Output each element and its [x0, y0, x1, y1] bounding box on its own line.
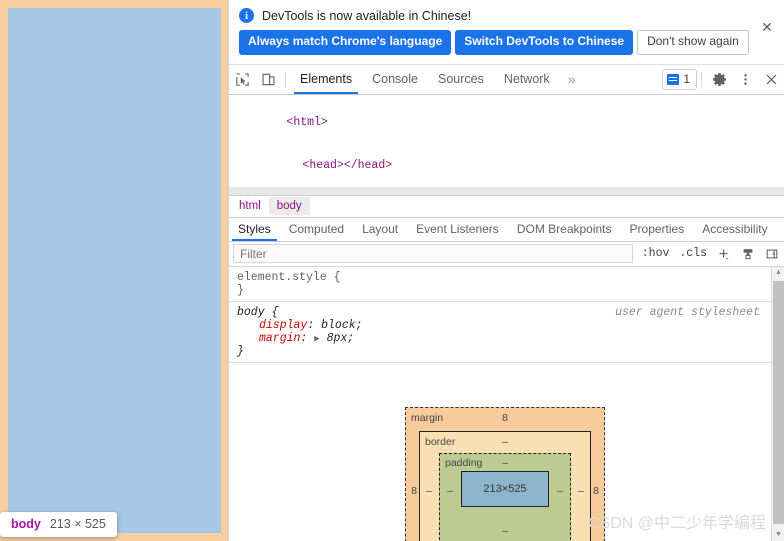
tab-network[interactable]: Network [494, 65, 560, 94]
tab-computed[interactable]: Computed [280, 218, 353, 241]
notification-message: DevTools is now available in Chinese! [262, 8, 472, 23]
cls-toggle-button[interactable]: .cls [674, 247, 712, 260]
tab-sources[interactable]: Sources [428, 65, 494, 94]
box-model-content[interactable]: 213×525 [461, 470, 549, 507]
tab-elements[interactable]: Elements [290, 65, 362, 94]
always-match-chrome-language-button[interactable]: Always match Chrome's language [239, 30, 452, 55]
device-toolbar-icon[interactable] [255, 65, 281, 94]
box-model-padding-top[interactable]: – [491, 457, 519, 469]
dom-node-html-open[interactable]: <html> [229, 101, 784, 144]
devtools-panel: i DevTools is now available in Chinese! … [228, 0, 784, 541]
css-rule-element-style[interactable]: element.style { } [229, 267, 784, 302]
tab-properties[interactable]: Properties [621, 218, 694, 241]
box-model-content-size: 213×525 [483, 482, 527, 495]
property-value[interactable]: 8px; [327, 332, 355, 345]
inspected-page-viewport[interactable]: body 213 × 525 [0, 0, 228, 541]
breadcrumb-item-body[interactable]: body [268, 197, 310, 216]
search-input[interactable] [233, 244, 633, 264]
dom-node-text: <html> [286, 115, 328, 129]
box-model-margin-label: margin [411, 411, 444, 424]
expand-triangle-icon[interactable]: ▶ [314, 334, 319, 344]
issues-counter-button[interactable]: 1 [662, 68, 697, 90]
dom-node-body[interactable]: ··· <body></body> == $0 [229, 186, 784, 195]
property-name: margin [259, 331, 301, 345]
close-icon[interactable]: ✕ [760, 20, 774, 34]
css-declaration-margin[interactable]: margin: ▶ 8px; [237, 332, 776, 345]
close-icon[interactable] [758, 65, 784, 94]
box-model-border-top[interactable]: – [491, 436, 519, 448]
scroll-up-arrow-icon[interactable]: ▲ [772, 267, 784, 280]
toolbar-divider-2 [701, 71, 702, 87]
breadcrumb: html body [229, 194, 784, 217]
rule-close-brace: } [237, 344, 244, 358]
dom-tree-view[interactable]: <html> <head></head> ··· <body></body> =… [229, 94, 784, 195]
tab-console[interactable]: Console [362, 65, 428, 94]
breadcrumb-item-html[interactable]: html [231, 197, 269, 215]
gear-icon[interactable] [706, 65, 732, 94]
rule-close-brace: } [237, 283, 244, 297]
switch-devtools-to-chinese-button[interactable]: Switch DevTools to Chinese [455, 30, 634, 55]
box-model-margin-right[interactable]: 8 [589, 485, 603, 497]
hov-toggle-button[interactable]: :hov [637, 247, 675, 260]
property-name: display [259, 318, 308, 332]
box-model-diagram: margin 8 8 8 8 border – – – – padding – … [405, 406, 605, 541]
scroll-down-arrow-icon[interactable]: ▼ [772, 528, 784, 541]
kebab-menu-icon[interactable] [732, 65, 758, 94]
box-model-border-right[interactable]: – [574, 485, 588, 497]
tab-event-listeners[interactable]: Event Listeners [407, 218, 508, 241]
box-model-padding-right[interactable]: – [553, 485, 567, 497]
styles-scrollbar[interactable]: ▲ ▼ [771, 266, 784, 541]
css-declaration-display[interactable]: display: block; [237, 319, 776, 332]
dom-node-head[interactable]: <head></head> [229, 144, 784, 187]
sidebar-panel-tabs: Styles Computed Layout Event Listeners D… [229, 216, 784, 242]
devtools-main-toolbar: Elements Console Sources Network » 1 [229, 63, 784, 95]
new-style-rule-icon[interactable] [736, 247, 760, 261]
highlight-content-box [8, 8, 221, 533]
tab-accessibility[interactable]: Accessibility [693, 218, 776, 241]
csdn-watermark: CSDN @中二少年学编程 [587, 515, 766, 532]
element-size-tooltip: body 213 × 525 [0, 512, 117, 537]
tab-dom-breakpoints[interactable]: DOM Breakpoints [508, 218, 621, 241]
styles-rules-pane[interactable]: element.style { } user agent stylesheet … [229, 266, 784, 541]
property-value[interactable]: block; [321, 319, 362, 332]
rule-selector: element.style { [237, 270, 341, 284]
dont-show-again-button[interactable]: Don't show again [637, 30, 749, 55]
inspect-element-icon[interactable] [229, 65, 255, 94]
language-notification-bar: i DevTools is now available in Chinese! … [229, 0, 784, 64]
node-menu-dots-icon[interactable]: ··· [237, 191, 260, 195]
tooltip-dimensions: 213 × 525 [49, 517, 106, 531]
issues-message-icon [667, 73, 680, 85]
box-model-padding-bottom[interactable]: – [491, 525, 519, 537]
more-tabs-icon[interactable]: » [560, 65, 584, 94]
box-model-margin-top[interactable]: 8 [491, 412, 519, 424]
tab-styles[interactable]: Styles [229, 218, 280, 241]
toggle-sidebar-icon[interactable] [760, 247, 784, 261]
tab-layout[interactable]: Layout [353, 218, 407, 241]
toolbar-divider [285, 71, 286, 87]
css-rule-body[interactable]: user agent stylesheet body { display: bl… [229, 302, 784, 363]
box-model-padding-left[interactable]: – [443, 485, 457, 497]
dom-node-text: <head></head> [302, 158, 393, 172]
styles-filter-toolbar: :hov .cls [229, 241, 784, 267]
info-icon: i [239, 8, 254, 23]
scrollbar-thumb[interactable] [773, 280, 784, 524]
issues-count: 1 [683, 72, 690, 87]
box-model-border-label: border [425, 435, 456, 448]
box-model-padding-label: padding [445, 456, 483, 469]
rule-origin: user agent stylesheet [615, 305, 760, 319]
plus-icon[interactable] [712, 247, 736, 261]
box-model-border-left[interactable]: – [422, 485, 436, 497]
tooltip-tag-name: body [11, 517, 41, 531]
